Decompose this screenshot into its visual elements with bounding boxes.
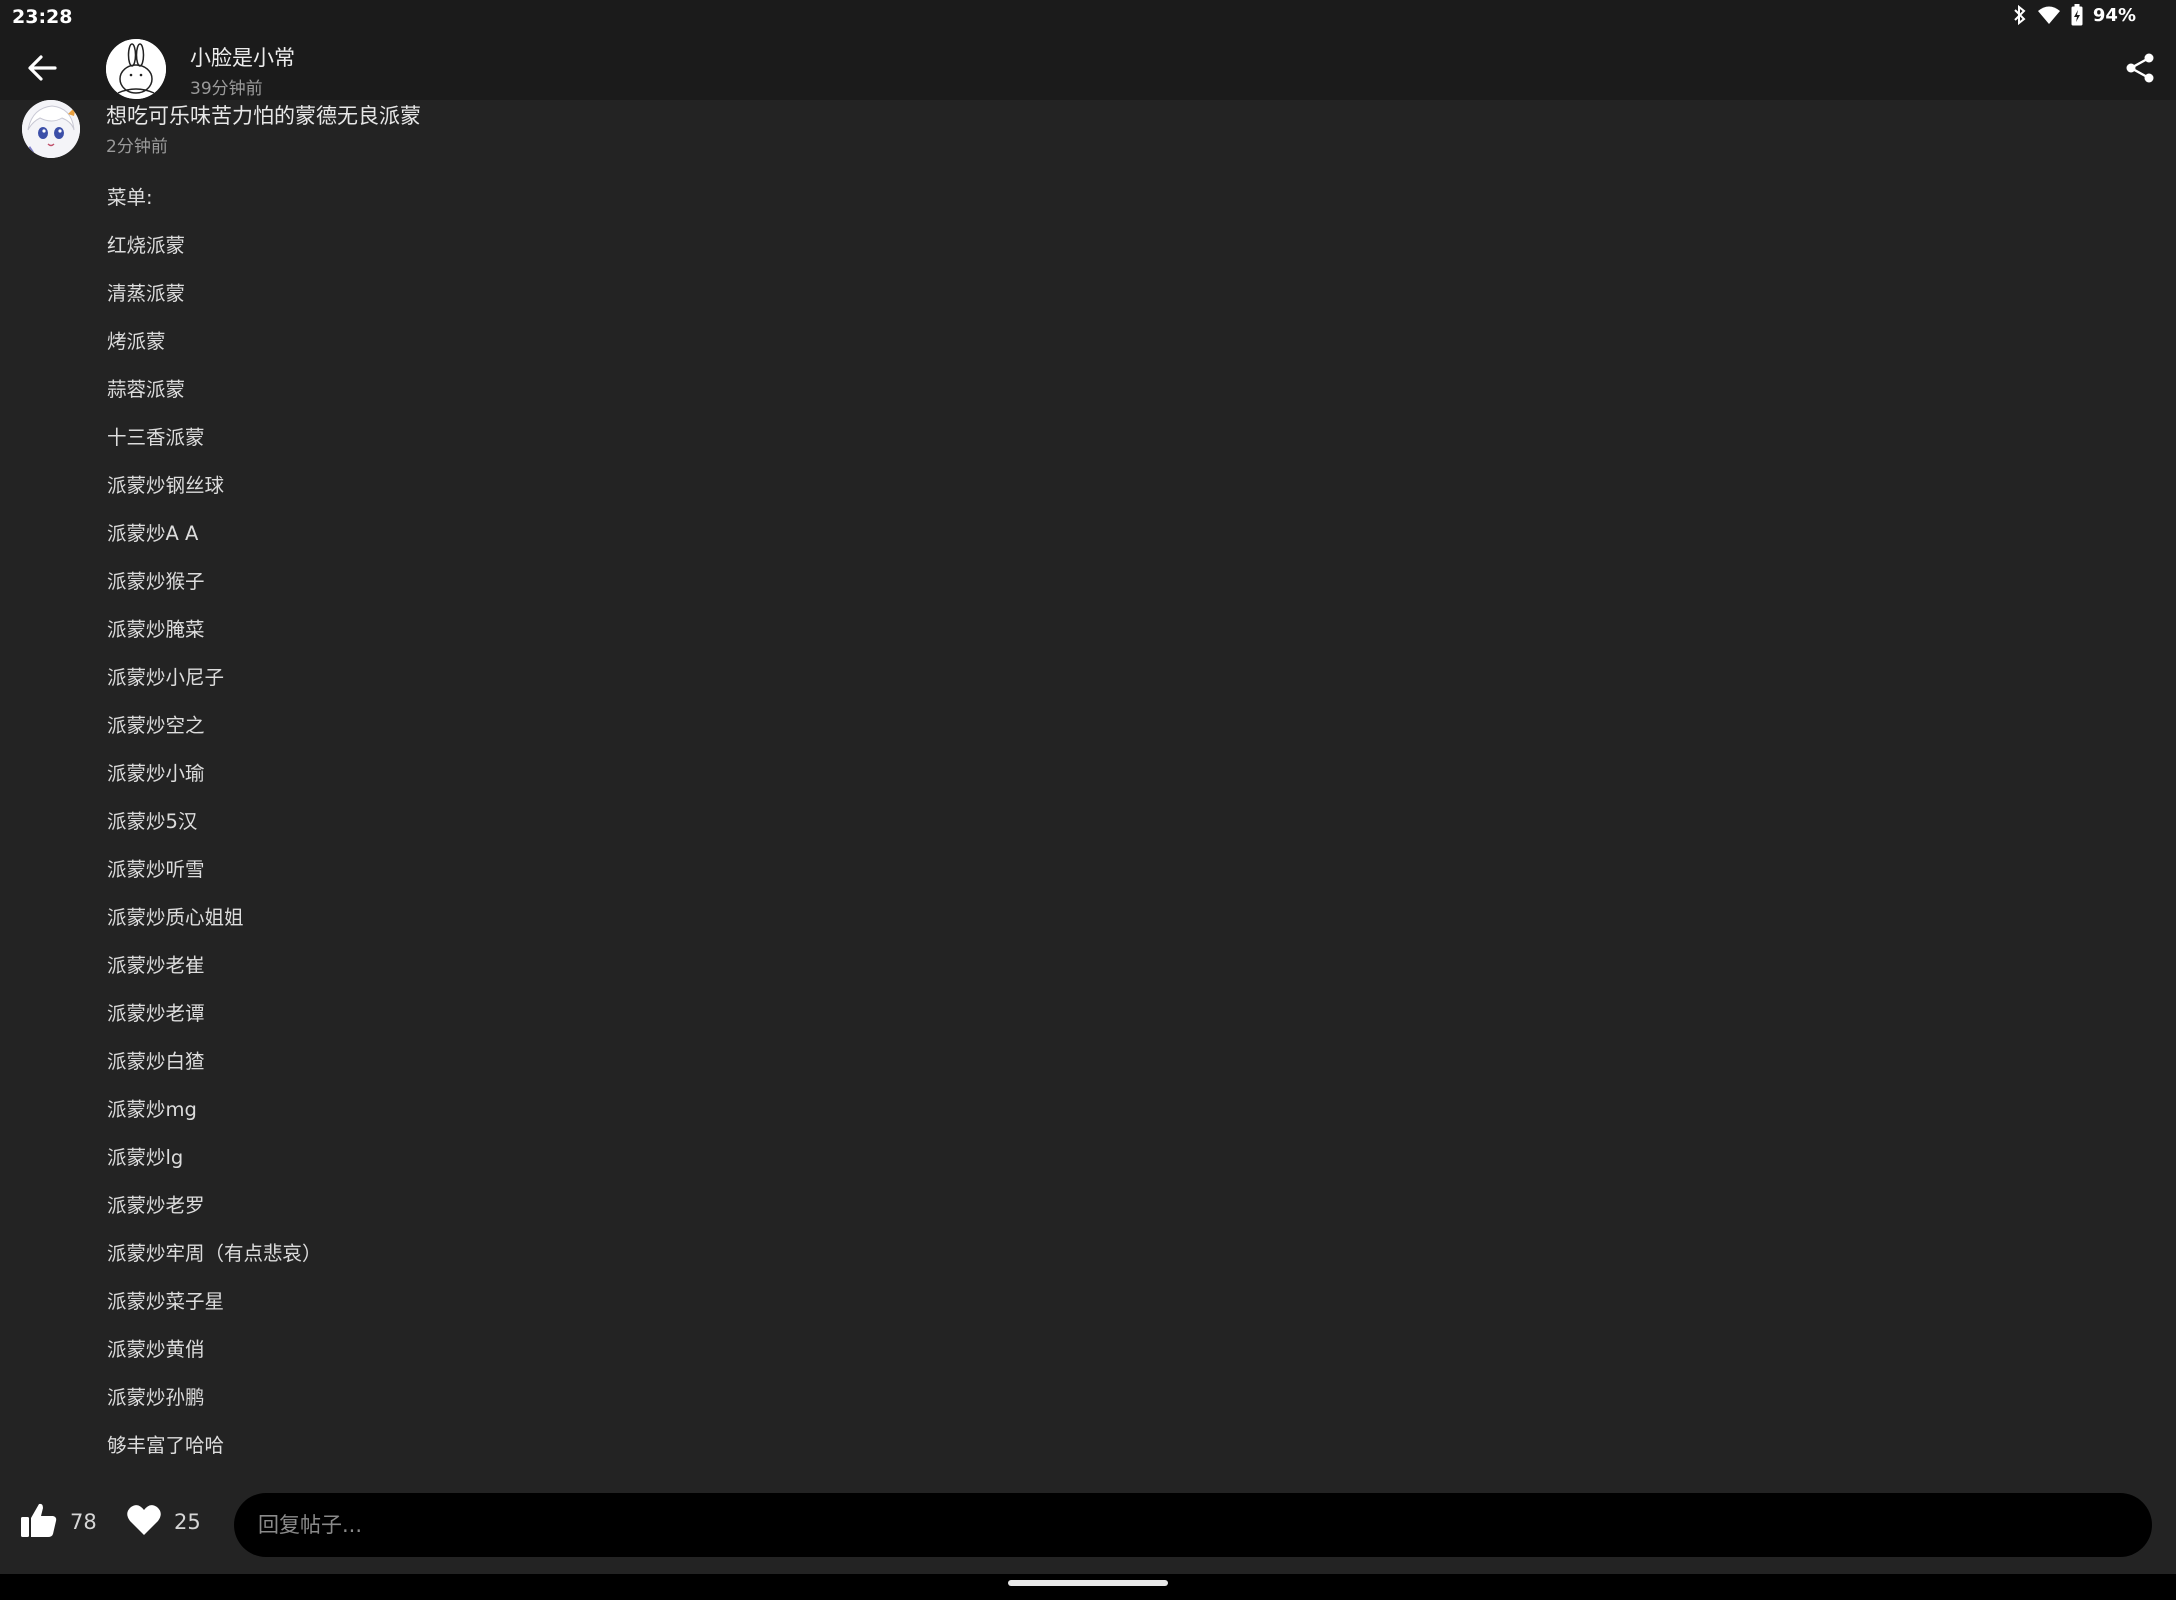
reply-line: 十三香派蒙 — [107, 426, 205, 449]
reply-line: 派蒙炒小瑜 — [107, 762, 205, 785]
status-time: 23:28 — [12, 6, 73, 28]
reply-line: 派蒙炒腌菜 — [107, 618, 205, 641]
arrow-left-icon — [27, 54, 57, 86]
reply-line: 派蒙炒钢丝球 — [107, 474, 225, 497]
reply-author-avatar[interactable] — [22, 100, 80, 158]
post-time: 39分钟前 — [190, 79, 263, 99]
reply-line: 派蒙炒听雪 — [107, 858, 205, 881]
reply-line: 派蒙炒空之 — [107, 714, 205, 737]
reply-line: 够丰富了哈哈 — [107, 1434, 225, 1457]
battery-percent: 94% — [2092, 4, 2136, 26]
back-button[interactable] — [18, 50, 66, 90]
reply-line: 派蒙炒牢周（有点悲哀） — [107, 1242, 322, 1265]
character-avatar-icon — [22, 100, 80, 158]
app-bar: 小脸是小常 39分钟前 — [0, 36, 2176, 100]
reply-body-lines: 菜单: 红烧派蒙清蒸派蒙烤派蒙蒜蓉派蒙十三香派蒙派蒙炒钢丝球 派蒙炒A A 派蒙炒猴子… — [107, 174, 322, 1470]
reply-line: 派蒙炒菜子星 — [107, 1290, 225, 1313]
reply-line: 派蒙炒黄俏 — [107, 1338, 205, 1361]
like-count: 78 — [70, 1510, 97, 1534]
battery-icon — [2071, 4, 2083, 26]
rabbit-avatar-icon — [106, 39, 166, 99]
reply-line: 派蒙炒猴子 — [107, 570, 205, 593]
like-button[interactable]: 78 — [20, 1500, 97, 1544]
reply-line: 派蒙炒5汉 — [107, 810, 198, 833]
reply-content[interactable]: 想吃可乐味苦力怕的蒙德无良派蒙 2分钟前 菜单: 红烧派蒙清蒸派蒙烤派蒙蒜蓉派蒙十… — [0, 100, 2176, 1488]
share-button[interactable] — [2118, 50, 2162, 90]
reply-line: 派蒙炒老谭 — [107, 1002, 205, 1025]
favorite-count: 25 — [174, 1510, 201, 1534]
share-icon — [2125, 52, 2155, 88]
bottom-action-bar: 78 25 — [0, 1488, 2176, 1574]
author-avatar[interactable] — [106, 39, 166, 99]
reply-line: 派蒙炒质心姐姐 — [107, 906, 244, 929]
bluetooth-icon — [2013, 4, 2027, 26]
reply-line: 派蒙炒白猹 — [107, 1050, 205, 1073]
reply-input[interactable] — [234, 1493, 2152, 1557]
wifi-icon — [2037, 5, 2061, 25]
status-bar: 23:28 94% — [0, 0, 2176, 36]
reply-line: 清蒸派蒙 — [107, 282, 186, 305]
reply-line: 红烧派蒙 — [107, 234, 186, 257]
reply-time: 2分钟前 — [106, 137, 168, 157]
reply-line: 派蒙炒A A — [107, 522, 199, 545]
reply-title: 想吃可乐味苦力怕的蒙德无良派蒙 — [106, 104, 421, 128]
status-icons: 94% — [2013, 4, 2136, 26]
reply-line: 派蒙炒老罗 — [107, 1194, 205, 1217]
reply-line: 派蒙炒mg — [107, 1098, 197, 1121]
heart-icon — [126, 1503, 162, 1541]
reply-line: 派蒙炒孙鹏 — [107, 1386, 205, 1409]
reply-line: 蒜蓉派蒙 — [107, 378, 186, 401]
favorite-button[interactable]: 25 — [126, 1500, 201, 1544]
reply-line: 派蒙炒老崔 — [107, 954, 205, 977]
reply-line: 烤派蒙 — [107, 330, 166, 353]
author-name[interactable]: 小脸是小常 — [190, 42, 295, 72]
navigation-bar — [0, 1574, 2176, 1600]
reply-line: 菜单: — [107, 186, 153, 209]
reply-line: 派蒙炒lg — [107, 1146, 184, 1169]
reply-line: 派蒙炒小尼子 — [107, 666, 225, 689]
thumbs-up-icon — [20, 1501, 58, 1543]
home-indicator[interactable] — [1008, 1580, 1168, 1586]
